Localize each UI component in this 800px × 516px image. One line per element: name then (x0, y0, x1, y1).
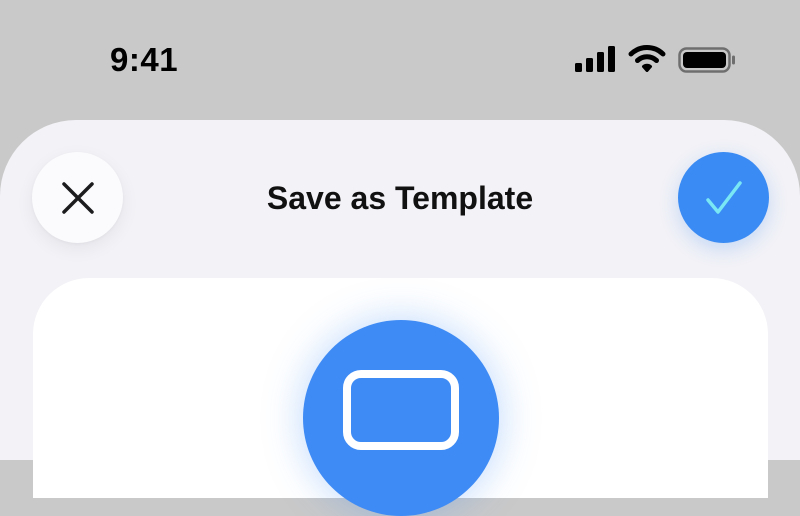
template-badge (303, 320, 499, 516)
checkmark-icon (705, 180, 742, 214)
battery-icon (678, 47, 735, 73)
cellular-signal-icon (575, 46, 615, 72)
close-button[interactable] (32, 152, 123, 243)
close-icon (61, 181, 94, 214)
save-template-sheet: Save as Template (0, 120, 800, 516)
template-icon (343, 370, 459, 450)
template-content-card (33, 278, 768, 516)
wifi-icon (628, 45, 666, 72)
status-time: 9:41 (110, 41, 179, 78)
status-bar: 9:41 (0, 0, 800, 120)
sheet-title: Save as Template (266, 180, 534, 216)
confirm-button[interactable] (678, 152, 769, 243)
